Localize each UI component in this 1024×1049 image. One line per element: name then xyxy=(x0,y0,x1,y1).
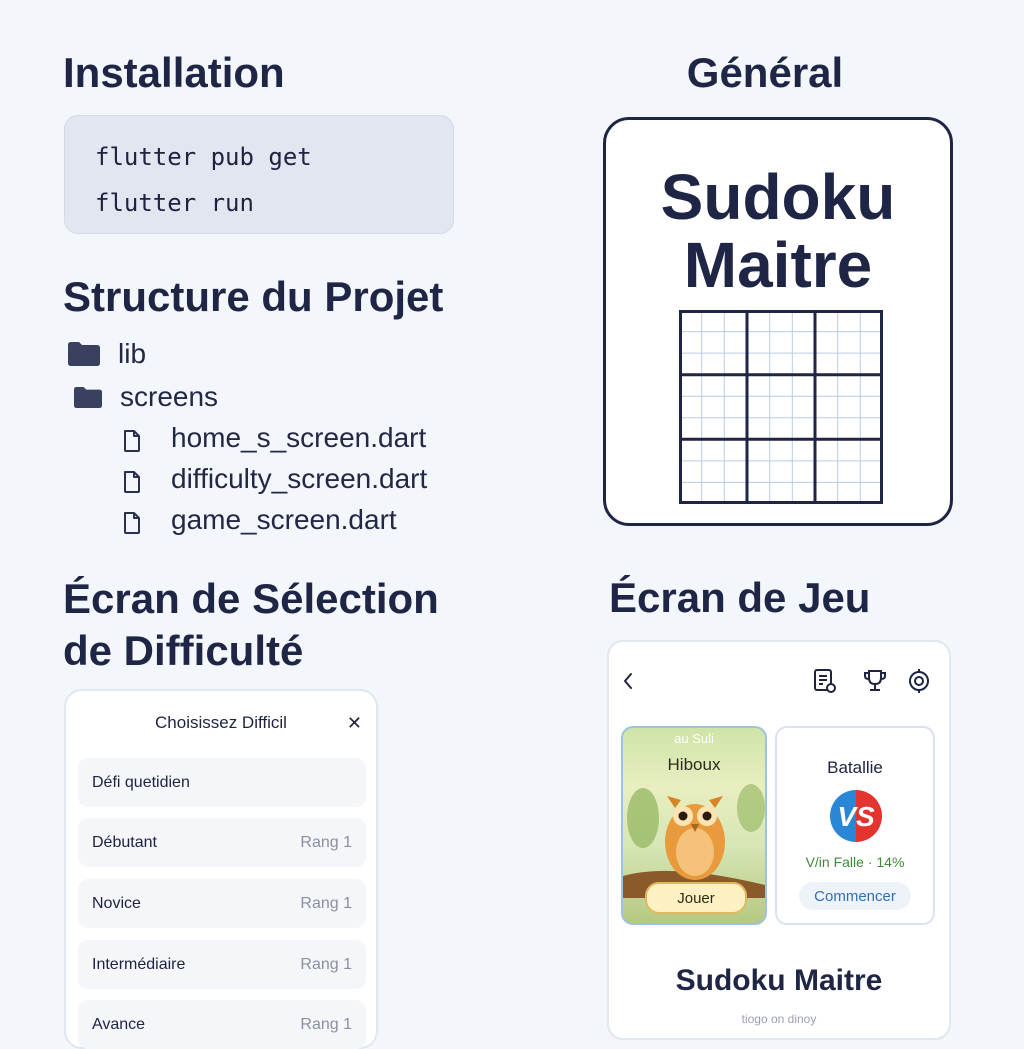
difficulty-rank: Rang 1 xyxy=(300,833,352,851)
owl-game-card[interactable]: au Suli Hiboux Jouer xyxy=(621,726,767,925)
notes-icon[interactable] xyxy=(813,668,837,699)
difficulty-label: Avance xyxy=(92,1015,146,1033)
difficulty-label: Intermédiaire xyxy=(92,955,186,973)
close-icon[interactable]: ✕ xyxy=(347,713,362,734)
trophy-icon[interactable] xyxy=(863,668,887,699)
difficulty-label: Débutant xyxy=(92,833,157,851)
difficulty-item-intermediate[interactable]: Intermédiaire Rang 1 xyxy=(78,940,366,989)
difficulty-heading-line1: Écran de Sélection xyxy=(63,575,439,622)
structure-heading: Structure du Projet xyxy=(63,273,444,320)
difficulty-rank: Rang 1 xyxy=(300,955,352,973)
command-run: flutter run xyxy=(95,189,254,217)
difficulty-heading: Écran de Sélection de Difficulté xyxy=(63,573,439,677)
general-heading: Général xyxy=(686,49,844,96)
dialog-title: Choisissez Difficil xyxy=(155,713,287,732)
owl-card-name: Hiboux xyxy=(667,755,721,774)
game-screen-preview: au Suli Hiboux Jouer Batallie VS V/in Fa… xyxy=(607,640,951,1040)
file-label: home_s_screen.dart xyxy=(171,422,427,453)
owl-illustration xyxy=(623,784,765,898)
app-name-line1: Sudoku xyxy=(660,161,896,233)
difficulty-item-advanced[interactable]: Avance Rang 1 xyxy=(78,1000,366,1049)
back-icon[interactable] xyxy=(621,670,635,697)
owl-card-subtitle: au Suli xyxy=(674,731,714,746)
sudoku-grid-icon xyxy=(679,310,883,504)
folder-icon xyxy=(68,342,100,366)
folder-label: lib xyxy=(118,338,147,369)
game-heading: Écran de Jeu xyxy=(609,574,871,621)
folder-label: screens xyxy=(120,381,219,412)
file-label: difficulty_screen.dart xyxy=(171,463,428,494)
difficulty-label: Novice xyxy=(92,894,141,912)
difficulty-dialog: Choisissez Difficil ✕ Défi quetidien Déb… xyxy=(64,689,378,1049)
battle-card-name: Batallie xyxy=(827,758,883,777)
start-button[interactable]: Commencer xyxy=(799,882,911,910)
difficulty-rank: Rang 1 xyxy=(300,894,352,912)
game-app-title: Sudoku Maitre xyxy=(675,964,883,997)
vs-icon: VS xyxy=(830,790,882,842)
folder-icon xyxy=(74,386,102,408)
difficulty-item-beginner[interactable]: Débutant Rang 1 xyxy=(78,818,366,867)
difficulty-label: Défi quetidien xyxy=(92,773,190,791)
install-code-block: flutter pub get flutter run xyxy=(64,115,454,234)
battle-stat: V/in Falle · 14% xyxy=(805,854,905,870)
svg-text:VS: VS xyxy=(837,801,875,832)
tree-file-difficulty[interactable]: difficulty_screen.dart xyxy=(123,463,427,495)
difficulty-item-novice[interactable]: Novice Rang 1 xyxy=(78,879,366,928)
tree-folder-screens[interactable]: screens xyxy=(74,381,218,413)
settings-icon[interactable] xyxy=(907,668,931,699)
file-icon xyxy=(123,509,141,534)
difficulty-rank: Rang 1 xyxy=(300,1015,352,1033)
tree-folder-lib[interactable]: lib xyxy=(68,338,146,370)
app-icon-card: Sudoku Maitre xyxy=(603,117,953,526)
tree-file-home[interactable]: home_s_screen.dart xyxy=(123,422,426,454)
battle-game-card[interactable]: Batallie VS V/in Falle · 14% Commencer xyxy=(775,726,935,925)
play-button[interactable]: Jouer xyxy=(645,882,747,914)
app-name-line2: Maitre xyxy=(683,229,873,301)
file-icon xyxy=(123,468,141,493)
command-pub-get: flutter pub get xyxy=(95,143,312,171)
installation-heading: Installation xyxy=(63,49,285,96)
difficulty-item-daily[interactable]: Défi quetidien xyxy=(78,758,366,807)
file-label: game_screen.dart xyxy=(171,504,397,535)
difficulty-heading-line2: de Difficulté xyxy=(63,627,304,674)
tree-file-game[interactable]: game_screen.dart xyxy=(123,504,397,536)
file-icon xyxy=(123,427,141,452)
